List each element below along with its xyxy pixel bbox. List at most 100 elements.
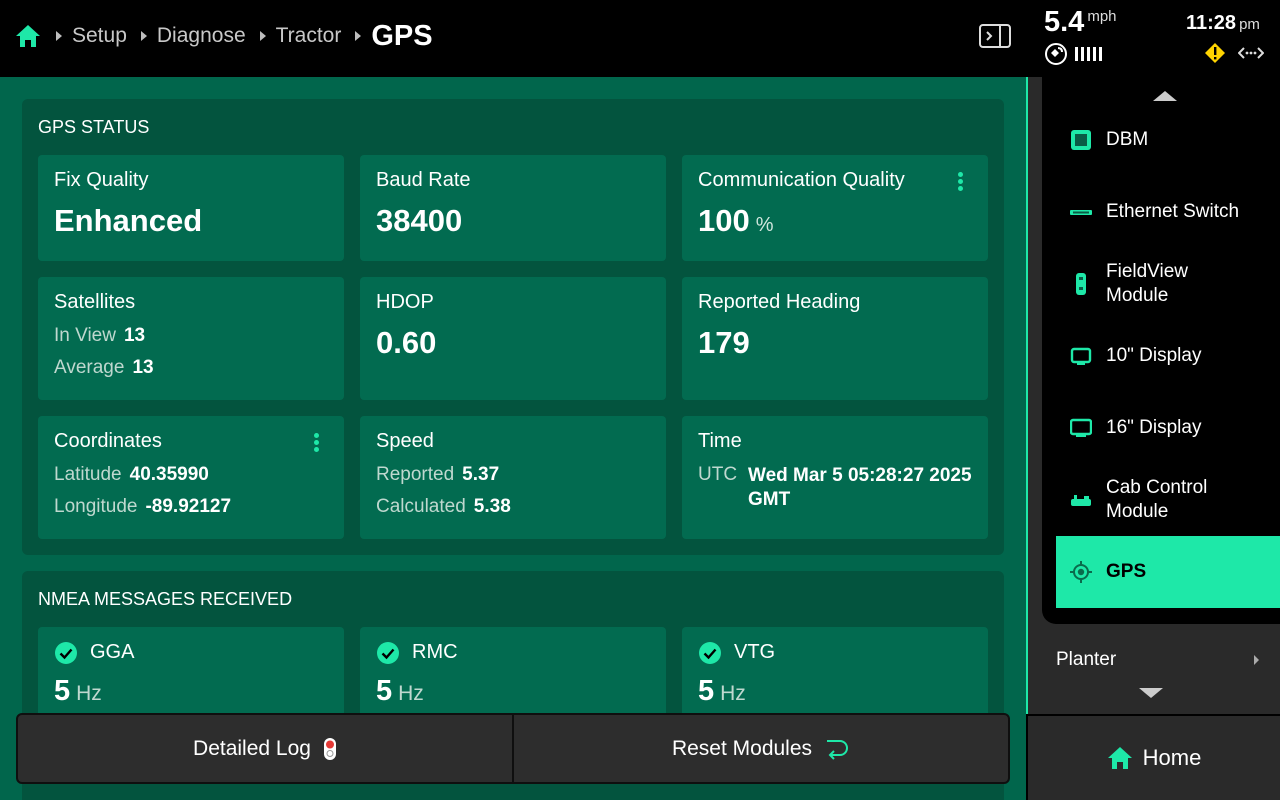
satellites-label: Satellites [54, 291, 136, 313]
latitude-row: Latitude 40.35990 [54, 464, 209, 486]
page-title: GPS [371, 19, 433, 52]
sidebar-item-label: Cab Control Module [1106, 477, 1208, 522]
check-circle-icon [699, 642, 721, 664]
top-bar: Setup Diagnose Tractor GPS 5.4 mph 11:28 p… [0, 0, 1280, 77]
nmea-title: NMEA MESSAGES RECEIVED [38, 589, 293, 609]
home-icon[interactable] [14, 22, 42, 50]
chevron-right-icon [259, 31, 266, 41]
warning-icon[interactable] [1204, 42, 1226, 64]
baud-rate-card: Baud Rate 38400 [360, 155, 666, 261]
nmea-rate: 5 Hz [54, 675, 102, 708]
breadcrumb-setup[interactable]: Setup [72, 24, 127, 48]
latitude-value: 40.35990 [129, 464, 209, 485]
calculated-label: Calculated [376, 496, 466, 517]
sidebar-item-gps[interactable]: GPS [1056, 536, 1280, 608]
nmea-rate-value: 5 [54, 675, 71, 707]
speed-readout: 5.4 mph [1044, 6, 1117, 39]
calculated-value: 5.38 [473, 496, 511, 517]
nmea-rate-value: 5 [698, 675, 715, 707]
home-button[interactable]: Home [1028, 714, 1280, 800]
communication-quality-menu-icon[interactable] [957, 171, 963, 195]
detailed-log-button[interactable]: Detailed Log [18, 715, 512, 782]
gps-status-title: GPS STATUS [38, 117, 150, 137]
signal-bars-icon [1075, 47, 1102, 61]
gps-icon [1070, 561, 1092, 583]
display-icon [1070, 418, 1092, 437]
coordinates-card: Coordinates Latitude 40.35990 Longitude -8… [38, 416, 344, 539]
log-status-icon [323, 737, 336, 760]
speed-calculated-row: Calculated 5.38 [376, 496, 511, 518]
sidebar-item-planter[interactable]: Planter [1056, 649, 1116, 671]
main-content: GPS STATUS Fix Quality Enhanced Baud Rat… [0, 77, 1026, 800]
speed-reported-row: Reported 5.37 [376, 464, 499, 486]
chevron-right-icon [355, 31, 362, 41]
longitude-row: Longitude -89.92127 [54, 496, 231, 518]
nmea-message-name: VTG [734, 641, 776, 663]
hdop-value: 0.60 [376, 325, 437, 360]
communication-quality-value-wrap: 100% [698, 203, 774, 239]
latitude-label: Latitude [54, 464, 122, 485]
communication-quality-unit: % [755, 214, 774, 236]
utc-value-line2: GMT [748, 489, 791, 510]
sidebar-item-ethernet-switch[interactable]: Ethernet Switch [1056, 176, 1280, 248]
average-label: Average [54, 357, 125, 378]
nmea-rate: 5 Hz [698, 675, 746, 708]
chevron-right-icon [56, 31, 62, 41]
longitude-label: Longitude [54, 496, 138, 517]
communication-quality-label: Communication Quality [698, 169, 905, 191]
module-sidebar: DBM Ethernet Switch FieldView Module 10"… [1028, 77, 1280, 714]
status-icons [1204, 42, 1264, 64]
breadcrumb-tractor[interactable]: Tractor [276, 24, 342, 48]
satellites-in-view: In View 13 [54, 325, 145, 347]
sidebar-item-16-display[interactable]: 16" Display [1056, 392, 1280, 464]
hdop-label: HDOP [376, 291, 434, 313]
sidebar-item-fieldview-module[interactable]: FieldView Module [1056, 248, 1280, 320]
reset-modules-button[interactable]: Reset Modules [512, 715, 1008, 782]
sidebar-item-label: Ethernet Switch [1106, 201, 1240, 222]
breadcrumb: Setup Diagnose Tractor GPS [56, 0, 433, 72]
gps-status-section: GPS STATUS Fix Quality Enhanced Baud Rat… [22, 99, 1004, 555]
in-view-label: In View [54, 325, 116, 346]
sidebar-item-label: 16" Display [1106, 417, 1202, 438]
fix-quality-value: Enhanced [54, 203, 203, 238]
satellites-average: Average 13 [54, 357, 154, 379]
scroll-up-icon[interactable] [1153, 91, 1177, 101]
check-circle-icon [377, 642, 399, 664]
sidebar-item-dbm[interactable]: DBM [1056, 104, 1280, 176]
reported-label: Reported [376, 464, 455, 485]
reset-modules-label: Reset Modules [671, 736, 813, 760]
display-icon [1070, 347, 1092, 365]
dbm-icon [1071, 130, 1091, 150]
sidebar-item-cab-control-module[interactable]: Cab Control Module [1056, 464, 1280, 536]
reported-value: 5.37 [462, 464, 500, 485]
nmea-message-name: RMC [412, 641, 458, 663]
fix-quality-label: Fix Quality [54, 169, 149, 191]
speed-label: Speed [376, 430, 434, 452]
baud-rate-label: Baud Rate [376, 169, 471, 191]
detailed-log-label: Detailed Log [193, 736, 311, 760]
sidebar-item-10-display[interactable]: 10" Display [1056, 320, 1280, 392]
coordinates-menu-icon[interactable] [313, 432, 319, 456]
cab-control-icon [1071, 495, 1091, 506]
clock-ampm: pm [1239, 16, 1260, 33]
scroll-down-icon[interactable] [1139, 688, 1163, 698]
sidebar-item-label: FieldView Module [1106, 261, 1189, 306]
longitude-value: -89.92127 [145, 496, 232, 517]
utc-value: Wed Mar 5 05:28:27 2025 GMT [748, 464, 972, 512]
speed-unit: mph [1087, 8, 1117, 25]
gps-signal-status [1044, 42, 1104, 66]
fieldview-module-icon [1076, 273, 1086, 295]
communication-quality-value: 100 [698, 203, 750, 238]
home-label: Home [1142, 745, 1202, 770]
time-label: Time [698, 430, 742, 452]
connection-arrows-icon [1238, 47, 1264, 59]
panel-toggle-icon[interactable] [978, 23, 1012, 49]
communication-quality-card: Communication Quality 100% [682, 155, 988, 261]
reported-heading-label: Reported Heading [698, 291, 861, 313]
check-circle-icon [55, 642, 77, 664]
nmea-message-name: GGA [90, 641, 135, 663]
satellite-icon [1045, 43, 1067, 65]
nmea-rate-value: 5 [376, 675, 393, 707]
chevron-right-icon [140, 31, 147, 41]
breadcrumb-diagnose[interactable]: Diagnose [157, 24, 246, 48]
